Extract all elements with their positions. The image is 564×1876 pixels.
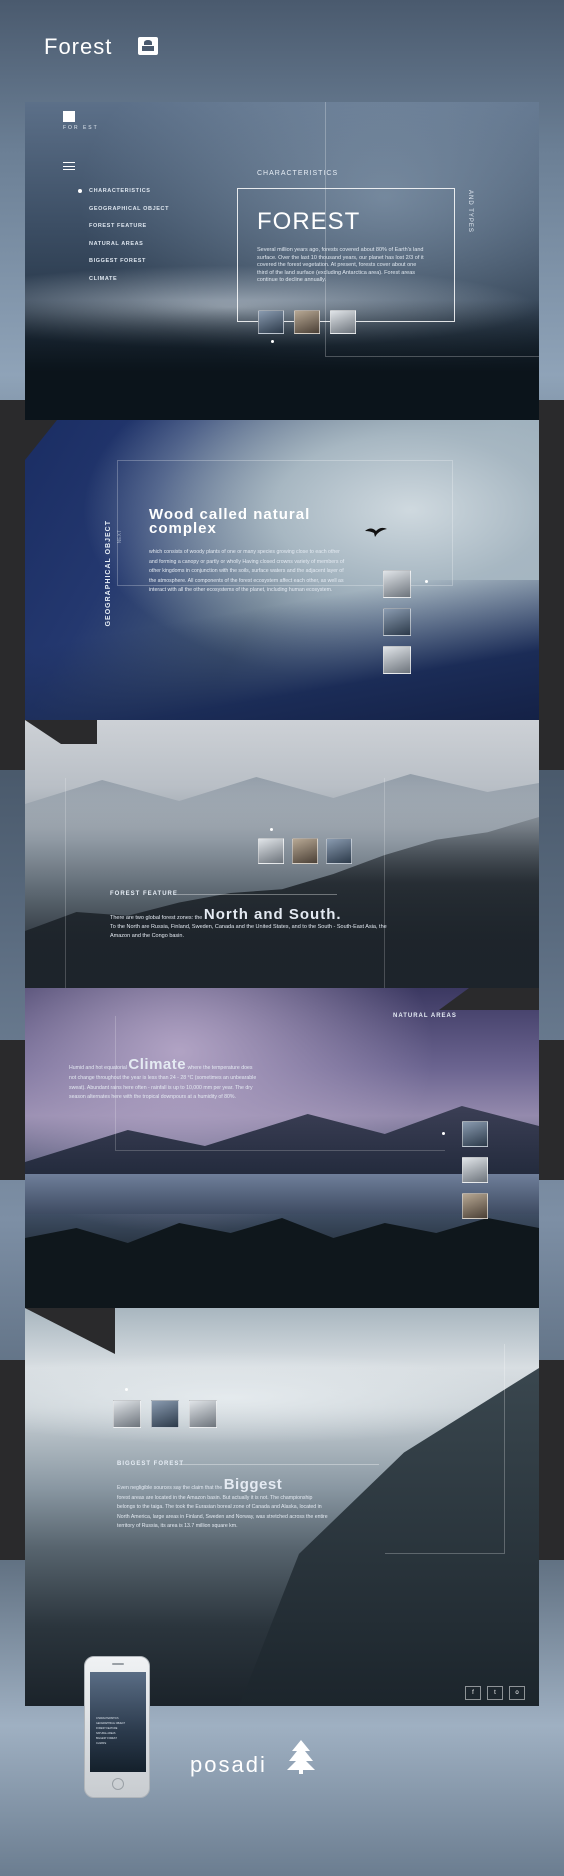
nav-item-biggest-forest[interactable]: BIGGEST FOREST [63,258,169,264]
geographical-section: GEOGRAPHICAL OBJECT NEXT Wood called nat… [25,420,539,720]
nav-item-natural-areas[interactable]: NATURAL AREAS [63,241,169,247]
thumbnail[interactable] [151,1400,179,1428]
phone-screen: CHARACTERISTICS GEOGRAPHICAL OBJECT FORE… [90,1672,146,1772]
eagle-icon [365,527,387,537]
thumbnail-row [113,1400,217,1428]
thumbnail[interactable] [330,310,356,334]
section-label: FOREST FEATURE [110,891,178,897]
divider [177,894,337,895]
hero-description: Several million years ago, forests cover… [257,247,424,283]
section-title: North and South. [203,906,342,923]
menu-icon[interactable] [63,162,75,170]
thumbnail[interactable] [462,1121,488,1147]
slider-dot[interactable] [125,1388,128,1391]
section-cutout [25,720,97,744]
thumbnail[interactable] [462,1157,488,1183]
thumbnail-row [258,838,352,864]
facebook-icon[interactable]: f [465,1686,481,1700]
thumbnail[interactable] [258,310,284,334]
slider-dots [271,340,311,344]
thumbnail[interactable] [383,570,411,598]
hero-section: FOR EST CHARACTERISTICS GEOGRAPHICAL OBJ… [25,102,539,420]
geo-description-text: which consists of woody plants of one or… [149,549,345,594]
thumbnail[interactable] [383,608,411,636]
thumbnail[interactable] [292,838,318,864]
feature-description: To the North are Russia, Finland, Sweden… [110,924,387,939]
brand-title: Forest [44,34,113,59]
section-description: Even negligible sources say the claim th… [117,1477,329,1532]
feature-intro: There are two global forest zones: the [110,915,203,921]
side-label: AND TYPES [467,190,473,233]
thumbnail-row [258,310,356,334]
thumbnail[interactable] [326,838,352,864]
tree-icon [287,1740,315,1774]
phone-speaker [112,1663,124,1665]
section-eyebrow: CHARACTERISTICS [257,170,339,177]
section-title: Biggest [223,1476,283,1493]
section-description: which consists of woody plants of one or… [149,548,345,596]
decorative-frame [385,1344,505,1554]
forest-silhouette [25,1218,539,1308]
thumbnail-column [383,570,411,674]
brand-user-icon [138,37,158,55]
side-sublabel: NEXT [117,530,123,544]
thumbnail[interactable] [258,838,284,864]
social-links: f t o [465,1686,525,1700]
thumbnail[interactable] [113,1400,141,1428]
mountain-silhouette [25,580,539,720]
instagram-icon[interactable]: o [509,1686,525,1700]
phone-home-button [112,1778,124,1790]
slider-dot[interactable] [442,1132,445,1135]
decorative-frame [65,778,385,988]
slider-dot[interactable] [425,580,428,583]
section-label: NATURAL AREAS [393,1013,457,1019]
section-cutout [25,420,57,460]
section-cutout [439,988,539,1010]
thumbnail[interactable] [462,1193,488,1219]
biggest-description: forest areas are located in the Amazon b… [117,1494,328,1530]
slider-dot[interactable] [271,340,274,343]
slider-dot[interactable] [270,828,273,831]
thumbnail[interactable] [189,1400,217,1428]
side-label: GEOGRAPHICAL OBJECT [105,520,112,627]
divider [179,1464,379,1465]
biggest-intro: Even negligible sources say the claim th… [117,1485,223,1491]
nav-item-forest-feature[interactable]: FOREST FEATURE [63,223,169,229]
website-mockup: FOR EST CHARACTERISTICS GEOGRAPHICAL OBJ… [25,102,539,1706]
section-label: BIGGEST FOREST [117,1461,185,1467]
section-description: There are two global forest zones: the N… [110,907,390,941]
logo-text: FOR EST [63,125,99,131]
phone-nav-item: CLIMATE [96,1742,107,1745]
footer-brand: posadi [190,1752,267,1777]
section-description: Humid and hot equatorial Climate where t… [69,1057,259,1103]
logo-icon[interactable] [63,111,75,122]
natural-intro: Humid and hot equatorial [69,1065,127,1071]
page-title: FOREST [257,208,361,235]
natural-areas-section: NATURAL AREAS Humid and hot equatorial C… [25,988,539,1308]
phone-nav: CHARACTERISTICS GEOGRAPHICAL OBJECT FORE… [96,1716,125,1746]
thumbnail[interactable] [294,310,320,334]
side-nav: CHARACTERISTICS GEOGRAPHICAL OBJECT FORE… [63,188,169,293]
nav-item-geographical-object[interactable]: GEOGRAPHICAL OBJECT [63,206,169,212]
forest-feature-section: FOREST FEATURE There are two global fore… [25,720,539,988]
twitter-icon[interactable]: t [487,1686,503,1700]
biggest-forest-section: BIGGEST FOREST Even negligible sources s… [25,1308,539,1706]
nav-item-climate[interactable]: CLIMATE [63,276,169,282]
thumbnail[interactable] [383,646,411,674]
phone-mockup: CHARACTERISTICS GEOGRAPHICAL OBJECT FORE… [84,1656,150,1798]
section-title: Wood called natural complex [149,506,311,537]
thumbnail-column [462,1121,488,1219]
section-title: Climate [128,1056,187,1073]
nav-item-characteristics[interactable]: CHARACTERISTICS [63,188,169,194]
